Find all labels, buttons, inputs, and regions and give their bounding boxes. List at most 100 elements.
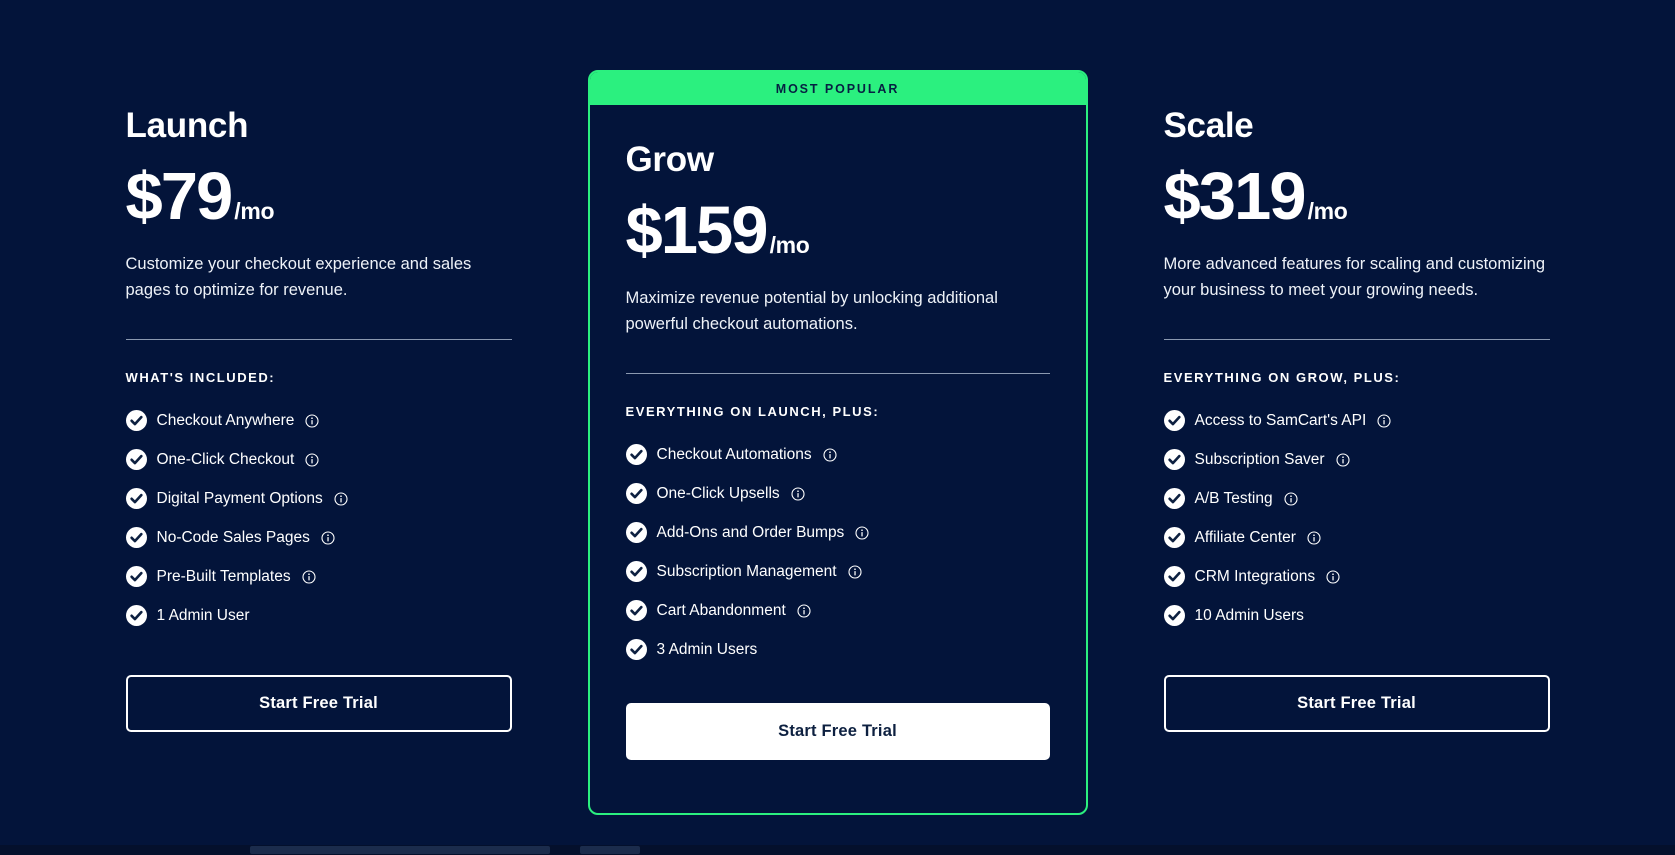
info-icon[interactable] bbox=[855, 526, 869, 540]
check-circle-icon bbox=[125, 566, 147, 588]
check-circle-icon bbox=[125, 605, 147, 627]
bottom-chrome-segment-2 bbox=[580, 846, 640, 854]
feature-label: One-Click Checkout bbox=[156, 450, 295, 468]
feature-item: One-Click Checkout bbox=[125, 440, 512, 479]
feature-item: Pre-Built Templates bbox=[125, 557, 512, 596]
feature-label: Checkout Anywhere bbox=[156, 411, 295, 429]
features-heading: Everything on Launch, plus: bbox=[625, 404, 880, 420]
info-icon[interactable] bbox=[848, 565, 862, 579]
feature-label: 10 Admin Users bbox=[1194, 606, 1304, 624]
price-amount: $319 bbox=[1163, 159, 1307, 234]
start-free-trial-button[interactable]: Start Free Trial bbox=[625, 703, 1050, 761]
check-circle-icon bbox=[1163, 566, 1185, 588]
info-icon[interactable] bbox=[791, 487, 805, 501]
pricing-card-body: Launch $79/mo Customize your checkout expe… bbox=[50, 106, 588, 733]
info-icon[interactable] bbox=[334, 492, 348, 506]
info-icon[interactable] bbox=[797, 604, 811, 618]
feature-item: Cart Abandonment bbox=[625, 591, 1050, 630]
feature-item: Checkout Automations bbox=[625, 435, 1050, 474]
feature-label: 1 Admin User bbox=[156, 606, 250, 624]
feature-label: 3 Admin Users bbox=[656, 640, 758, 658]
feature-item: Subscription Saver bbox=[1163, 440, 1550, 479]
cta-wrapper: Start Free Trial bbox=[625, 703, 1050, 761]
check-circle-icon bbox=[125, 527, 147, 549]
info-icon[interactable] bbox=[305, 453, 319, 467]
info-icon[interactable] bbox=[1336, 453, 1350, 467]
feature-item: Access to SamCart's API bbox=[1163, 401, 1550, 440]
check-circle-icon bbox=[625, 600, 647, 622]
feature-list: Access to SamCart's API Subscription Save… bbox=[1163, 401, 1550, 635]
check-circle-icon bbox=[125, 410, 147, 432]
plan-description: Maximize revenue potential by unlocking … bbox=[625, 289, 998, 333]
plan-description: Customize your checkout experience and s… bbox=[125, 255, 472, 299]
feature-label: One-Click Upsells bbox=[656, 484, 780, 502]
card-divider bbox=[1163, 339, 1550, 341]
feature-list: Checkout Automations One-Click Upsells Add… bbox=[625, 435, 1050, 669]
info-icon[interactable] bbox=[1307, 531, 1321, 545]
info-icon[interactable] bbox=[823, 448, 837, 462]
most-popular-badge: Most Popular bbox=[589, 72, 1086, 105]
check-circle-icon bbox=[1163, 488, 1185, 510]
feature-item: Affiliate Center bbox=[1163, 518, 1550, 557]
card-divider bbox=[125, 339, 512, 341]
feature-label: Pre-Built Templates bbox=[156, 567, 291, 585]
feature-label: Checkout Automations bbox=[656, 445, 812, 463]
plan-name: Launch bbox=[125, 106, 249, 145]
feature-label: A/B Testing bbox=[1194, 489, 1273, 507]
check-circle-icon bbox=[625, 483, 647, 505]
pricing-plans-container: Launch $79/mo Customize your checkout expe… bbox=[0, 0, 1675, 845]
info-icon[interactable] bbox=[302, 570, 316, 584]
price-row: $79/mo bbox=[126, 163, 512, 230]
price-period: /mo bbox=[234, 198, 275, 224]
feature-item: One-Click Upsells bbox=[625, 474, 1050, 513]
pricing-card-body: Grow $159/mo Maximize revenue potential by… bbox=[590, 105, 1086, 761]
pricing-card-scale: Scale $319/mo More advanced features for s… bbox=[1088, 0, 1626, 845]
pricing-card-body: Scale $319/mo More advanced features for s… bbox=[1088, 106, 1626, 733]
feature-item: 1 Admin User bbox=[125, 596, 512, 635]
price-period: /mo bbox=[769, 232, 810, 258]
feature-label: Cart Abandonment bbox=[656, 601, 786, 619]
feature-label: Access to SamCart's API bbox=[1194, 411, 1367, 429]
check-circle-icon bbox=[1163, 605, 1185, 627]
feature-item: No-Code Sales Pages bbox=[125, 518, 512, 557]
bottom-chrome-segment-1 bbox=[250, 846, 550, 854]
feature-item: Add-Ons and Order Bumps bbox=[625, 513, 1050, 552]
check-circle-icon bbox=[125, 488, 147, 510]
page-bottom-chrome bbox=[0, 845, 1675, 855]
check-circle-icon bbox=[625, 522, 647, 544]
plan-name: Grow bbox=[625, 140, 715, 179]
feature-label: Subscription Saver bbox=[1194, 450, 1325, 468]
start-free-trial-button[interactable]: Start Free Trial bbox=[1163, 675, 1550, 733]
check-circle-icon bbox=[1163, 410, 1185, 432]
price-period: /mo bbox=[1307, 198, 1348, 224]
price-amount: $159 bbox=[625, 193, 769, 268]
feature-label: Subscription Management bbox=[656, 562, 837, 580]
feature-label: CRM Integrations bbox=[1194, 567, 1316, 585]
features-heading: Everything on Grow, plus: bbox=[1163, 370, 1401, 386]
info-icon[interactable] bbox=[1326, 570, 1340, 584]
feature-label: No-Code Sales Pages bbox=[156, 528, 310, 546]
plan-name: Scale bbox=[1163, 106, 1254, 145]
plan-description: More advanced features for scaling and c… bbox=[1163, 255, 1546, 299]
features-heading: What's included: bbox=[125, 370, 276, 386]
feature-item: 3 Admin Users bbox=[625, 630, 1050, 669]
feature-label: Add-Ons and Order Bumps bbox=[656, 523, 845, 541]
feature-item: Subscription Management bbox=[625, 552, 1050, 591]
check-circle-icon bbox=[1163, 449, 1185, 471]
pricing-card-launch: Launch $79/mo Customize your checkout expe… bbox=[50, 0, 588, 845]
feature-item: Digital Payment Options bbox=[125, 479, 512, 518]
info-icon[interactable] bbox=[1284, 492, 1298, 506]
check-circle-icon bbox=[125, 449, 147, 471]
cta-wrapper: Start Free Trial bbox=[125, 675, 512, 733]
info-icon[interactable] bbox=[1377, 414, 1391, 428]
price-row: $159/mo bbox=[626, 197, 1050, 264]
start-free-trial-button[interactable]: Start Free Trial bbox=[125, 675, 512, 733]
info-icon[interactable] bbox=[321, 531, 335, 545]
feature-label: Affiliate Center bbox=[1194, 528, 1296, 546]
check-circle-icon bbox=[625, 561, 647, 583]
pricing-card-grow: Most Popular Grow $159/mo Maximize revenue … bbox=[587, 70, 1088, 815]
info-icon[interactable] bbox=[305, 414, 319, 428]
check-circle-icon bbox=[1163, 527, 1185, 549]
feature-item: Checkout Anywhere bbox=[125, 401, 512, 440]
card-divider bbox=[625, 373, 1050, 375]
